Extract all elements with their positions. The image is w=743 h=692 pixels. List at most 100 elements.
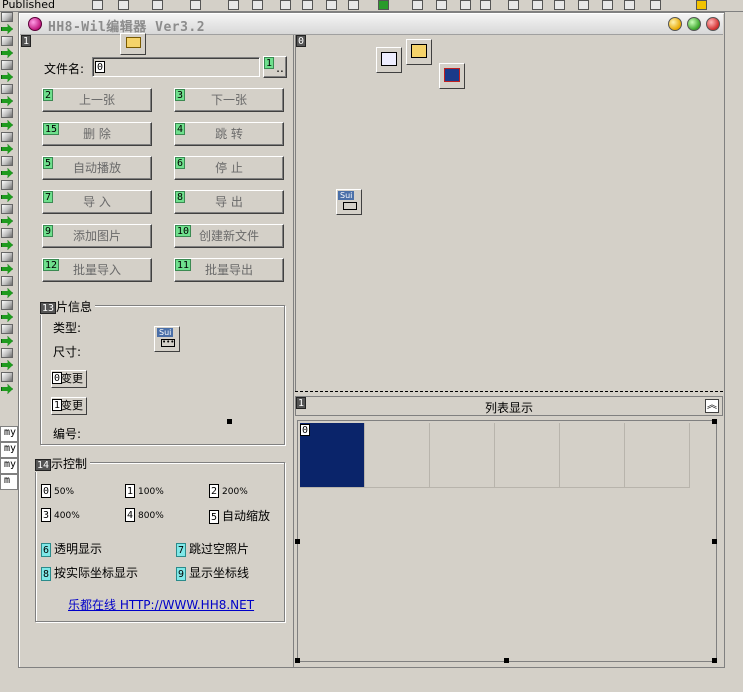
action-button-11[interactable]: 11 批量导出 xyxy=(174,258,284,282)
resize-handle[interactable] xyxy=(227,419,232,424)
toolbar-save-icon[interactable] xyxy=(92,0,103,10)
disk-icon xyxy=(381,52,397,66)
resize-handle[interactable] xyxy=(712,658,717,663)
minimize-button[interactable] xyxy=(668,17,682,31)
component-cube-icon xyxy=(1,132,13,142)
toolbar-edit-icon[interactable] xyxy=(554,0,565,10)
list-cell[interactable] xyxy=(430,423,495,488)
action-button-2[interactable]: 15 删 除 xyxy=(42,122,152,146)
list-cell-tag: 0 xyxy=(300,424,311,436)
green-arrow-icon xyxy=(1,240,13,250)
open-dialog-component[interactable] xyxy=(120,33,146,55)
component-cube-icon xyxy=(1,84,13,94)
zoom-option-label: 200% xyxy=(222,487,248,497)
component-cube-icon xyxy=(1,204,13,214)
option-checkbox-2[interactable]: 8 按实际坐标显示 xyxy=(41,564,138,581)
option-checkbox-0[interactable]: 6 透明显示 xyxy=(41,540,102,557)
save-dialog-component[interactable] xyxy=(376,47,402,73)
action-button-5[interactable]: 6停 止 xyxy=(174,156,284,180)
website-link[interactable]: 乐都在线 HTTP://WWW.HH8.NET xyxy=(68,596,254,613)
published-label: Published xyxy=(2,0,55,11)
action-button-label: 导 出 xyxy=(215,195,243,209)
title-bar[interactable]: HH8-Wil编辑器 Ver3.2 xyxy=(20,14,723,35)
image-info-group: 13 片信息 类型: 尺寸: Sui ••• 0 变更 1 变更 编号: xyxy=(40,298,285,445)
zoom-option-4[interactable]: 4 800% xyxy=(125,507,164,522)
resize-handle[interactable] xyxy=(295,658,300,663)
maximize-button[interactable] xyxy=(687,17,701,31)
action-button-1[interactable]: 3 下一张 xyxy=(174,88,284,112)
toolbar-replace-icon[interactable] xyxy=(624,0,635,10)
toolbar-open-icon[interactable] xyxy=(118,0,129,10)
component-cube-icon xyxy=(1,228,13,238)
action-button-10[interactable]: 12 批量导入 xyxy=(42,258,152,282)
resize-handle[interactable] xyxy=(712,419,717,424)
resize-handle[interactable] xyxy=(712,539,717,544)
zoom-option-1[interactable]: 1 100% xyxy=(125,483,164,498)
change-button-2[interactable]: 1 变更 xyxy=(51,397,87,415)
toolbar-copy-icon[interactable] xyxy=(578,0,589,10)
option-checkbox-1[interactable]: 7 跳过空照片 xyxy=(176,540,249,557)
open-picture-component[interactable] xyxy=(406,39,432,65)
action-button-4[interactable]: 5 自动播放 xyxy=(42,156,152,180)
sui-component[interactable]: Sui xyxy=(336,189,362,215)
green-arrow-icon xyxy=(1,288,13,298)
toolbar-help-icon[interactable] xyxy=(650,0,661,10)
zoom-option-3[interactable]: 3 400% xyxy=(41,507,80,522)
display-control-title-text: 示控制 xyxy=(51,457,88,471)
toolbar-find-icon[interactable] xyxy=(602,0,613,10)
toolbar-printer-icon[interactable] xyxy=(252,0,263,10)
action-button-0[interactable]: 2 上一张 xyxy=(42,88,152,112)
resize-handle[interactable] xyxy=(295,539,300,544)
toolbar-settings-icon[interactable] xyxy=(696,0,707,10)
list-cell[interactable] xyxy=(560,423,625,488)
ide-toolbar: Published xyxy=(0,0,743,12)
action-button-8[interactable]: 9 添加图片 xyxy=(42,224,152,248)
component-cube-icon xyxy=(1,108,13,118)
zoom-option-0[interactable]: 0 50% xyxy=(41,483,74,498)
collapse-icon[interactable]: ︽ xyxy=(705,399,719,413)
filename-field[interactable]: 0 xyxy=(92,57,260,77)
list-cell[interactable] xyxy=(625,423,690,488)
option-checkbox-tag: 8 xyxy=(41,566,52,581)
green-arrow-icon xyxy=(1,336,13,346)
list-cell[interactable] xyxy=(365,423,430,488)
sui-component-label: Sui xyxy=(338,191,355,200)
toolbar-breakpoint-icon[interactable] xyxy=(508,0,519,10)
close-button[interactable] xyxy=(706,17,720,31)
toolbar-form-icon[interactable] xyxy=(412,0,423,10)
action-button-6[interactable]: 7导 入 xyxy=(42,190,152,214)
thumbnail-list[interactable]: 0 xyxy=(297,420,717,662)
list-cell[interactable] xyxy=(495,423,560,488)
log-line: my xyxy=(0,458,18,474)
toolbar-binary-icon[interactable] xyxy=(348,0,359,10)
toolbar-import-icon[interactable] xyxy=(280,0,291,10)
toolbar-print-icon[interactable] xyxy=(228,0,239,10)
action-button-7[interactable]: 8导 出 xyxy=(174,190,284,214)
resize-handle[interactable] xyxy=(504,658,509,663)
toolbar-run-icon[interactable] xyxy=(378,0,389,10)
toolbar-new-icon[interactable] xyxy=(152,0,163,10)
app-window: HH8-Wil编辑器 Ver3.2 1 文件名: 0 1 .. 2 上一张 3 下一张… xyxy=(18,12,725,668)
toolbar-export-icon[interactable] xyxy=(302,0,313,10)
action-button-3[interactable]: 4跳 转 xyxy=(174,122,284,146)
designer-surface[interactable]: 0 Sui xyxy=(295,35,723,391)
save-picture-icon xyxy=(444,68,460,82)
zoom-option-5[interactable]: 5 自动缩放 xyxy=(209,507,270,524)
toolbar-component-icon[interactable] xyxy=(190,0,201,10)
green-arrow-icon xyxy=(1,384,13,394)
toolbar-trace-icon[interactable] xyxy=(460,0,471,10)
browse-button[interactable]: 1 .. xyxy=(263,56,287,78)
toolbar-pause-icon[interactable] xyxy=(480,0,491,10)
option-checkbox-3[interactable]: 9 显示坐标线 xyxy=(176,564,249,581)
toolbar-check-icon[interactable] xyxy=(326,0,337,10)
splitter[interactable] xyxy=(295,391,723,395)
green-arrow-icon xyxy=(1,24,13,34)
toolbar-watch-icon[interactable] xyxy=(532,0,543,10)
action-button-9[interactable]: 10 创建新文件 xyxy=(174,224,284,248)
save-picture-component[interactable] xyxy=(439,63,465,89)
option-checkbox-tag: 6 xyxy=(41,542,52,557)
zoom-option-2[interactable]: 2 200% xyxy=(209,483,248,498)
image-info-component[interactable]: Sui ••• xyxy=(154,326,180,352)
change-button-1[interactable]: 0 变更 xyxy=(51,370,87,388)
toolbar-step-icon[interactable] xyxy=(436,0,447,10)
